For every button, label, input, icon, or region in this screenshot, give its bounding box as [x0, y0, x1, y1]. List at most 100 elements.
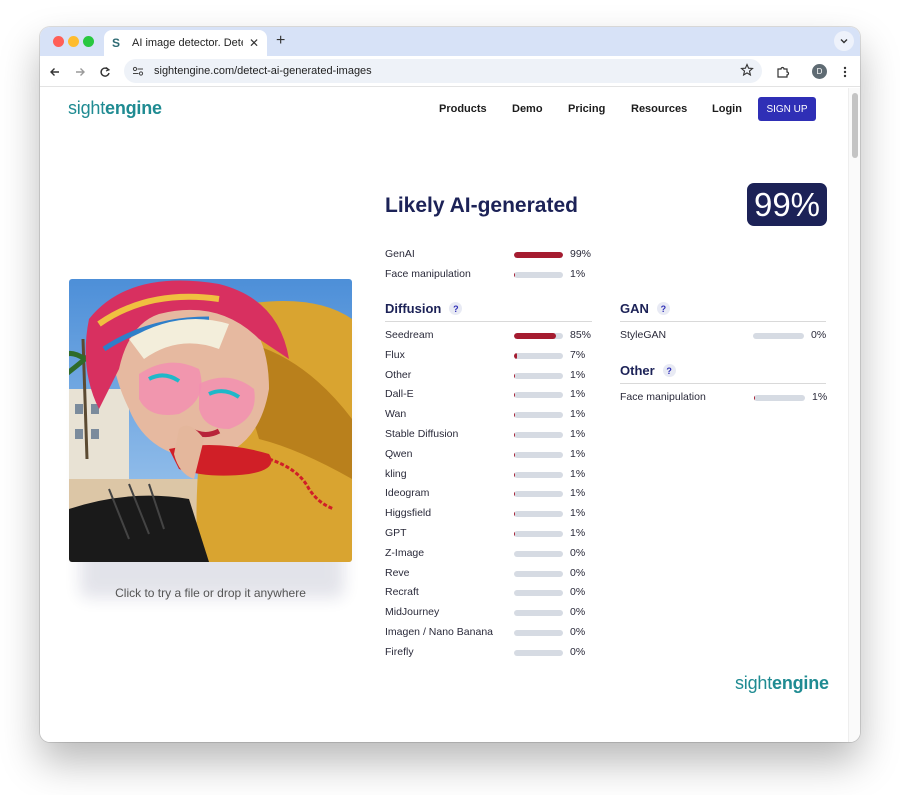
browser-tab[interactable]: S AI image detector. Detect AI- ✕ — [104, 30, 267, 56]
score-bar-track — [514, 252, 563, 258]
close-window-button[interactable] — [53, 36, 64, 47]
score-label: GPT — [385, 527, 407, 539]
upload-caption[interactable]: Click to try a file or drop it anywhere — [69, 586, 352, 600]
score-bar-track — [514, 491, 563, 498]
other-divider — [620, 383, 826, 384]
score-bar-track — [514, 392, 563, 399]
uploaded-image[interactable] — [69, 279, 352, 562]
score-row: GenAI 99% — [385, 248, 600, 262]
score-row: Reve 0% — [385, 567, 600, 581]
score-percent: 0% — [570, 645, 586, 658]
logo-text-light: sight — [68, 98, 106, 118]
nav-resources[interactable]: Resources — [631, 103, 687, 115]
score-label: kling — [385, 467, 407, 480]
diffusion-help-icon[interactable]: ? — [449, 302, 463, 315]
score-bar-track — [514, 649, 563, 656]
diffusion-title-text: Diffusion — [385, 301, 442, 316]
maximize-window-button[interactable] — [83, 36, 94, 47]
site-settings-icon[interactable] — [132, 65, 144, 77]
score-percent: 1% — [570, 388, 586, 401]
browser-window: S AI image detector. Detect AI- ✕ + sigh… — [40, 27, 860, 742]
score-label: Dall-E — [385, 388, 414, 401]
footer-sightengine-logo[interactable]: sightengine — [735, 673, 829, 694]
other-help-icon[interactable]: ? — [662, 364, 676, 377]
score-row: Stable Diffusion 1% — [385, 428, 600, 442]
score-bar-fill — [514, 471, 515, 478]
score-bar-fill — [514, 432, 515, 438]
score-label: Qwen — [385, 447, 413, 460]
sightengine-logo[interactable]: sightengine — [68, 98, 162, 119]
score-label: Face manipulation — [385, 268, 471, 280]
forward-button[interactable] — [71, 63, 89, 81]
scrollbar-thumb[interactable] — [852, 93, 858, 158]
score-badge: 99% — [747, 183, 827, 226]
verdict-title: Likely AI-generated — [385, 194, 578, 217]
score-percent: 7% — [570, 348, 586, 361]
gan-section-title: GAN? — [620, 301, 670, 316]
nav-products[interactable]: Products — [439, 103, 487, 115]
minimize-window-button[interactable] — [68, 36, 79, 47]
score-row: Wan 1% — [385, 408, 600, 422]
reload-icon — [100, 67, 111, 77]
score-percent: 1% — [570, 408, 586, 421]
score-row: Higgsfield 1% — [385, 507, 600, 521]
reload-button[interactable] — [96, 63, 114, 81]
extensions-button[interactable] — [774, 63, 792, 81]
score-bar-fill — [514, 531, 515, 537]
page-scrollbar[interactable] — [848, 88, 860, 742]
score-percent: 0% — [570, 586, 586, 599]
score-label: Recraft — [385, 586, 419, 599]
score-bar-track — [753, 333, 804, 339]
score-row: Imagen / Nano Banana 0% — [385, 626, 600, 640]
score-percent: 1% — [570, 527, 586, 539]
nav-demo[interactable]: Demo — [512, 103, 543, 115]
browser-menu-button[interactable] — [836, 63, 854, 81]
gan-help-icon[interactable]: ? — [656, 302, 670, 315]
address-bar[interactable]: sightengine.com/detect-ai-generated-imag… — [124, 59, 762, 83]
score-bar-track — [514, 432, 563, 438]
score-row: Recraft 0% — [385, 586, 600, 600]
score-percent: 1% — [570, 507, 586, 520]
star-icon — [740, 63, 754, 77]
score-percent: 1% — [812, 391, 828, 403]
score-row: GPT 1% — [385, 527, 600, 541]
score-row: Other 1% — [385, 369, 600, 383]
score-row: kling 1% — [385, 468, 600, 482]
other-title-text: Other — [620, 363, 655, 378]
logo-text-bold: engine — [105, 98, 162, 118]
tab-bar: S AI image detector. Detect AI- ✕ + — [40, 27, 860, 56]
page-viewport: sightengine Products Demo Pricing Resour… — [40, 88, 860, 742]
score-percent: 0% — [811, 329, 827, 341]
tab-close-icon[interactable]: ✕ — [249, 36, 259, 50]
back-button[interactable] — [46, 63, 64, 81]
bookmark-star-button[interactable] — [740, 63, 754, 82]
tab-search-button[interactable] — [834, 31, 854, 51]
score-label: Ideogram — [385, 487, 430, 500]
score-bar-track — [514, 451, 563, 458]
score-bar-track — [514, 352, 563, 359]
score-percent: 1% — [570, 368, 586, 381]
score-percent: 1% — [570, 467, 586, 480]
score-bar-fill — [514, 252, 563, 258]
score-label: Stable Diffusion — [385, 428, 459, 440]
score-percent: 85% — [570, 329, 592, 341]
score-bar-track — [514, 272, 563, 278]
profile-avatar[interactable]: D — [812, 64, 827, 79]
signup-button[interactable]: SIGN UP — [758, 97, 816, 121]
score-label: Reve — [385, 566, 410, 579]
nav-login[interactable]: Login — [712, 103, 742, 115]
score-bar-track — [514, 630, 563, 636]
score-bar-track — [514, 471, 563, 478]
arrow-right-icon — [76, 68, 85, 76]
new-tab-button[interactable]: + — [276, 32, 285, 50]
url-text[interactable]: sightengine.com/detect-ai-generated-imag… — [154, 65, 372, 77]
nav-pricing[interactable]: Pricing — [568, 103, 605, 115]
tab-title: AI image detector. Detect AI- — [132, 37, 243, 49]
score-percent: 1% — [570, 428, 586, 440]
score-bar-track — [514, 511, 563, 518]
score-bar-track — [514, 550, 563, 557]
score-bar-fill — [514, 372, 515, 379]
score-row: Face manipulation 1% — [620, 391, 842, 405]
puzzle-icon — [777, 66, 790, 78]
score-percent: 1% — [570, 447, 586, 460]
